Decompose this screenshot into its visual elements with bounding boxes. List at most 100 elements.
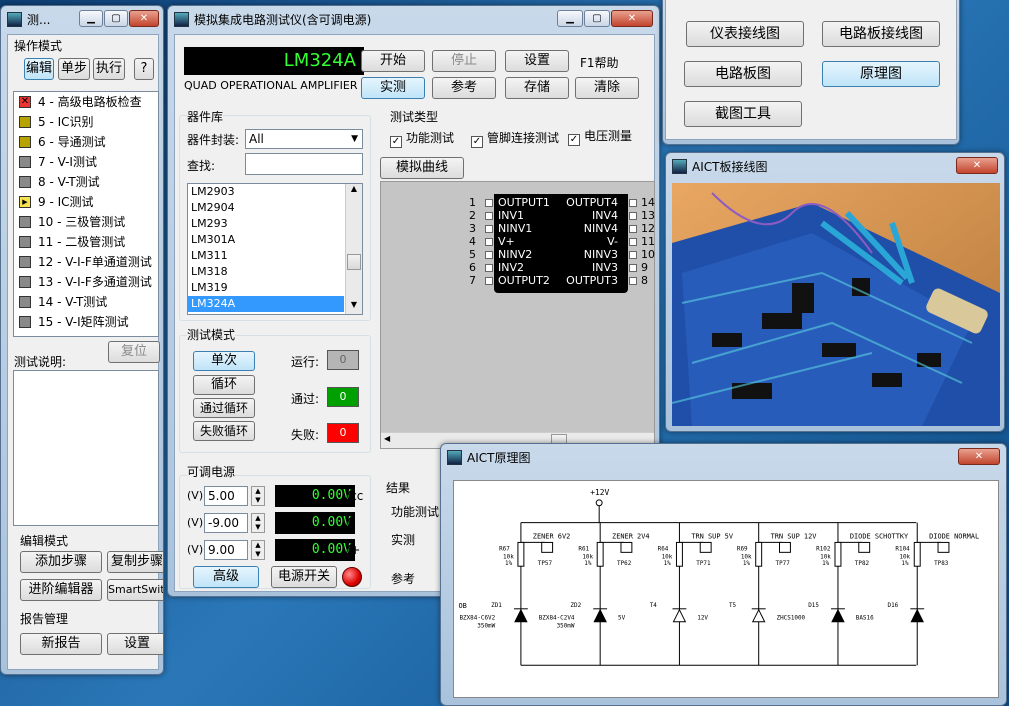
fail-loop-button[interactable]: 失败循环 (193, 421, 255, 441)
minimize-icon[interactable]: ▁ (557, 10, 583, 27)
step-item[interactable]: ✕ 4 - 高级电路板检查 (14, 92, 158, 112)
test-description-box[interactable] (13, 370, 159, 526)
voltage-stepper[interactable]: ▲ ▼ (251, 486, 265, 506)
close-icon[interactable]: ✕ (611, 10, 653, 27)
step-item[interactable]: 13 - V-I-F多通道测试 (14, 272, 158, 292)
advanced-editor-button[interactable]: 进阶编辑器 (20, 579, 102, 601)
help-button[interactable]: ? (134, 58, 154, 80)
step-list[interactable]: ✕ 4 - 高级电路板检查 5 - IC识别 6 - 导通测试 7 - V-I测试 8 -… (13, 91, 159, 337)
schematic-button[interactable]: 原理图 (822, 61, 940, 87)
clear-button[interactable]: 清除 (575, 77, 639, 99)
report-settings-button[interactable]: 设置 (107, 633, 163, 655)
maximize-icon[interactable]: ▢ (584, 10, 610, 27)
voltage-measure-checkbox[interactable]: ✓ 电压测量 (568, 127, 632, 146)
part-list-item[interactable]: LM2903 (188, 184, 344, 200)
part-list-item[interactable]: LM318 (188, 264, 344, 280)
scroll-down-icon[interactable]: ▼ (346, 300, 362, 314)
add-step-button[interactable]: 添加步骤 (20, 551, 102, 573)
designator-label: OB (458, 602, 466, 610)
part-list-item[interactable]: LM293 (188, 216, 344, 232)
step-item[interactable]: 15 - V-I矩阵测试 (14, 312, 158, 332)
part-list-item[interactable]: LM319 (188, 280, 344, 296)
instrument-wiring-button[interactable]: 仪表接线图 (686, 21, 804, 47)
part-list-item[interactable]: LM324A (188, 296, 344, 312)
part-list-item[interactable]: LM311 (188, 248, 344, 264)
part-list-item[interactable]: LM2904 (188, 200, 344, 216)
scroll-left-icon[interactable]: ◀ (384, 434, 390, 443)
maximize-icon[interactable]: ▢ (104, 10, 128, 27)
step-item[interactable]: 7 - V-I测试 (14, 152, 158, 172)
single-mode-button[interactable]: 单次 (193, 351, 255, 371)
edit-mode-button[interactable]: 编辑 (24, 58, 54, 80)
step-label: 8 - V-T测试 (38, 175, 100, 189)
measure-button[interactable]: 实测 (361, 77, 425, 99)
voltage-input[interactable]: 5.00 (204, 486, 248, 506)
part-list[interactable]: LM2903 LM2904 LM293 LM301A LM311 LM318 LM319 LM… (187, 183, 363, 315)
pin-number: 13 (641, 209, 655, 222)
title-bar[interactable]: AICT板接线图 ✕ (666, 153, 1004, 179)
title-bar[interactable]: 测... ▁ ▢ ✕ (1, 6, 163, 32)
part-desc: ZHCS1000 (777, 615, 806, 622)
step-item[interactable]: 8 - V-T测试 (14, 172, 158, 192)
pin-connection-checkbox[interactable]: ✓ 管脚连接测试 (471, 129, 559, 148)
step-item[interactable]: 11 - 二极管测试 (14, 232, 158, 252)
title-bar[interactable]: 模拟集成电路测试仪(含可调电源) ▁ ▢ ✕ (168, 6, 659, 32)
start-button[interactable]: 开始 (361, 50, 425, 72)
power-supply-label: 可调电源 (187, 463, 236, 480)
minimize-icon[interactable]: ▁ (79, 10, 103, 27)
step-item[interactable]: 12 - V-I-F单通道测试 (14, 252, 158, 272)
smartswitch-button[interactable]: SmartSwitch (107, 579, 163, 601)
board-diagram-button[interactable]: 电路板图 (684, 61, 802, 87)
resistor-label: R67 (499, 545, 510, 552)
close-icon[interactable]: ✕ (129, 10, 159, 27)
copy-step-button[interactable]: 复制步骤 (107, 551, 163, 573)
fail-count-label: 失败: (291, 428, 320, 442)
loop-mode-button[interactable]: 循环 (193, 375, 255, 395)
close-icon[interactable]: ✕ (958, 448, 1000, 465)
analog-curve-button[interactable]: 模拟曲线 (380, 157, 464, 179)
screenshot-tool-button[interactable]: 截图工具 (684, 101, 802, 127)
new-report-button[interactable]: 新报告 (20, 633, 102, 655)
pass-loop-button[interactable]: 通过循环 (193, 398, 255, 418)
pin-pad (485, 212, 493, 220)
reset-button[interactable]: 复位 (108, 341, 160, 363)
voltage-stepper[interactable]: ▲ ▼ (251, 513, 265, 533)
scroll-thumb[interactable] (347, 254, 361, 270)
voltage-input[interactable]: 9.00 (204, 540, 248, 560)
step-item[interactable]: 10 - 三极管测试 (14, 212, 158, 232)
help-label[interactable]: F1帮助 (580, 54, 619, 71)
step-item[interactable]: 6 - 导通测试 (14, 132, 158, 152)
step-mode-button[interactable]: 单步 (58, 58, 90, 80)
search-input[interactable] (245, 153, 363, 175)
advanced-button[interactable]: 高级 (193, 566, 259, 588)
store-button[interactable]: 存储 (505, 77, 569, 99)
scroll-up-icon[interactable]: ▲ (346, 184, 362, 198)
voltage-stepper[interactable]: ▲ ▼ (251, 540, 265, 560)
run-mode-button[interactable]: 执行 (93, 58, 125, 80)
fail-count-display: 0 (327, 423, 359, 443)
diode-icon (593, 608, 607, 623)
rail-name-label: V- (342, 516, 354, 530)
close-icon[interactable]: ✕ (956, 157, 998, 174)
stop-button[interactable]: 停止 (432, 50, 496, 72)
part-desc: 5V (618, 615, 626, 622)
power-switch-button[interactable]: 电源开关 (271, 566, 337, 588)
step-item[interactable]: 5 - IC识别 (14, 112, 158, 132)
part-list-item[interactable]: LM301A (188, 232, 344, 248)
settings-button[interactable]: 设置 (505, 50, 569, 72)
step-item[interactable]: ▶ 9 - IC测试 (14, 192, 158, 212)
step-item[interactable]: 14 - V-T测试 (14, 292, 158, 312)
part-label: ZD2 (570, 602, 581, 609)
step-label: 12 - V-I-F单通道测试 (38, 255, 152, 269)
step-label: 7 - V-I测试 (38, 155, 97, 169)
resistor-label: R69 (737, 545, 748, 552)
functional-test-checkbox[interactable]: ✓ 功能测试 (390, 129, 454, 148)
test-description-label: 测试说明: (14, 355, 67, 369)
board-wiring-button[interactable]: 电路板接线图 (822, 21, 940, 47)
package-select[interactable]: All ▼ (245, 129, 363, 149)
voltage-input[interactable]: -9.00 (204, 513, 248, 533)
reference-button[interactable]: 参考 (432, 77, 496, 99)
title-bar[interactable]: AICT原理图 ✕ (441, 444, 1006, 470)
pin-number: 7 (469, 274, 476, 287)
part-list-scrollbar[interactable]: ▲ ▼ (345, 184, 362, 314)
